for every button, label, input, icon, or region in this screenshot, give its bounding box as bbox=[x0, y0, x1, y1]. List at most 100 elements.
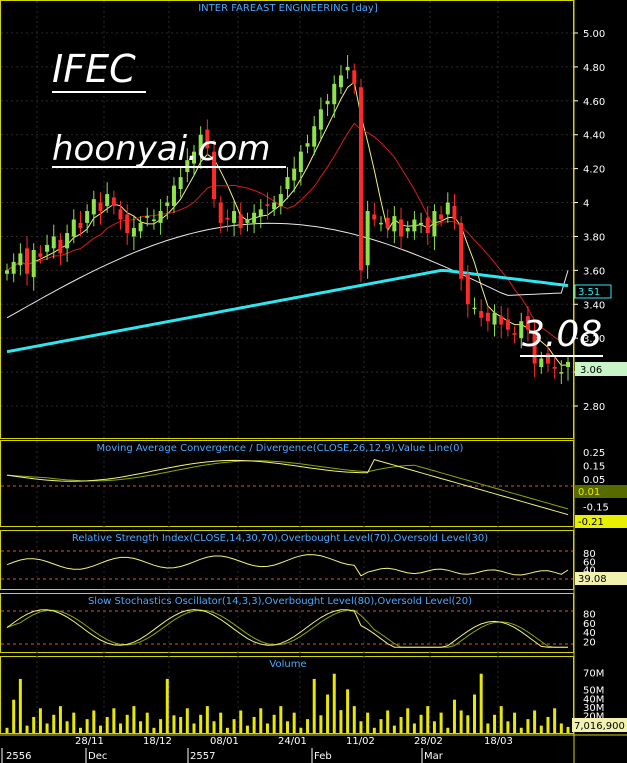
volume-bar bbox=[379, 719, 383, 733]
volume-label: Volume bbox=[269, 659, 306, 670]
stoch-tick-label: 20 bbox=[583, 638, 596, 649]
volume-bar bbox=[152, 727, 156, 733]
date-axis: 28/11 18/12 08/01 24/01 11/02 28/02 18/03 2556 D… bbox=[1, 736, 513, 763]
macd-line bbox=[6, 459, 569, 516]
website-overlay: hoonyai.com bbox=[52, 129, 271, 169]
volume-bar bbox=[139, 721, 143, 733]
macd-tick-label: -0.15 bbox=[583, 502, 609, 513]
price-tick-label: 3.60 bbox=[583, 266, 605, 277]
macd-tick-label: 0.25 bbox=[583, 448, 605, 459]
volume-bar bbox=[479, 673, 483, 733]
stoch-d-line bbox=[6, 609, 568, 648]
rsi-label: Relative Strength Index(CLOSE,14,30,70),… bbox=[72, 533, 488, 544]
volume-bar bbox=[32, 716, 36, 733]
price-tick-label: 3.80 bbox=[583, 232, 605, 243]
date-label: 08/01 bbox=[210, 736, 239, 747]
candle-body bbox=[98, 202, 103, 212]
candle-body bbox=[151, 219, 156, 221]
volume-bar bbox=[519, 727, 523, 733]
candle-body bbox=[385, 217, 390, 228]
macd-signal-line bbox=[6, 460, 569, 510]
volume-bar bbox=[179, 716, 183, 733]
volume-bar bbox=[352, 706, 356, 733]
candle-body bbox=[485, 312, 490, 322]
volume-bar bbox=[366, 712, 370, 733]
candle-body bbox=[18, 253, 23, 266]
rsi-line bbox=[6, 554, 569, 577]
candle-body bbox=[332, 83, 337, 105]
price-tick-label: 4.80 bbox=[583, 63, 605, 74]
volume-bar bbox=[12, 699, 16, 733]
volume-bar bbox=[172, 715, 176, 733]
candle-body bbox=[465, 273, 470, 305]
date-label: 24/01 bbox=[278, 736, 307, 747]
candle-body bbox=[399, 219, 404, 237]
price-tick-label: 4.40 bbox=[583, 131, 605, 142]
date-period-label: Dec bbox=[88, 751, 107, 762]
volume-bar bbox=[205, 706, 209, 733]
volume-bar bbox=[419, 714, 423, 733]
candle-body bbox=[245, 219, 250, 223]
date-label: 11/02 bbox=[346, 736, 375, 747]
price-tick-label: 3.40 bbox=[583, 300, 605, 311]
volume-bar bbox=[386, 710, 390, 733]
candle-body bbox=[165, 202, 170, 206]
volume-bar bbox=[199, 714, 203, 733]
candle-body bbox=[512, 333, 517, 335]
price-tick-label: 4.20 bbox=[583, 165, 605, 176]
volume-bar bbox=[192, 723, 196, 733]
date-period-label: Feb bbox=[314, 751, 332, 762]
date-label: 28/02 bbox=[414, 736, 443, 747]
candle-body bbox=[432, 211, 437, 237]
candle-body bbox=[479, 311, 484, 318]
candle-body bbox=[285, 177, 290, 189]
macd-label: Moving Average Convergence / Divergence(… bbox=[97, 443, 464, 454]
volume-bar bbox=[132, 706, 136, 733]
candle-body bbox=[25, 248, 30, 274]
candle-body bbox=[539, 358, 544, 368]
macd-lines bbox=[1, 459, 573, 516]
candle-body bbox=[118, 209, 123, 220]
volume-bar bbox=[459, 710, 463, 733]
volume-bar bbox=[38, 708, 42, 733]
candle-body bbox=[258, 209, 263, 217]
price-tick-label: 5.00 bbox=[583, 29, 605, 40]
candle-body bbox=[452, 205, 457, 220]
stoch-axis: 80604020 bbox=[583, 609, 596, 648]
volume-bar bbox=[553, 708, 557, 733]
candle-body bbox=[278, 194, 283, 206]
volume-bar bbox=[473, 694, 476, 733]
volume-bar bbox=[239, 710, 243, 733]
volume-bar bbox=[539, 725, 543, 733]
volume-bar bbox=[486, 723, 490, 733]
volume-bar bbox=[493, 714, 497, 733]
candle-body bbox=[125, 214, 130, 234]
price-tick-label: 4.60 bbox=[583, 97, 605, 108]
candle-body bbox=[111, 197, 116, 206]
volume-bar bbox=[286, 721, 289, 733]
rsi-line-path bbox=[6, 554, 569, 577]
candle-body bbox=[305, 143, 310, 147]
volume-bar bbox=[145, 712, 149, 733]
candle-body bbox=[51, 236, 56, 249]
volume-bar bbox=[78, 727, 82, 733]
chart-title: INTER FAREAST ENGINEERING [day] bbox=[198, 3, 378, 14]
volume-bar bbox=[559, 723, 563, 733]
candle-body bbox=[105, 194, 110, 206]
candle-body bbox=[71, 219, 76, 237]
candle-body bbox=[392, 216, 397, 232]
candle-body bbox=[238, 214, 243, 228]
candle-body bbox=[312, 126, 317, 147]
stoch-lines bbox=[6, 609, 568, 648]
volume-bar bbox=[339, 710, 343, 733]
candle-body bbox=[499, 316, 504, 325]
candle-body bbox=[31, 250, 36, 278]
rsi-tag-value: 39.08 bbox=[578, 574, 607, 585]
candle-body bbox=[145, 216, 150, 218]
volume-bar bbox=[272, 714, 276, 733]
candle-body bbox=[131, 227, 136, 237]
cyan-ma-tag-value: 3.51 bbox=[578, 287, 600, 298]
volume-bar bbox=[466, 715, 470, 733]
stoch-label: Slow Stochastics Oscillator(14,3,3),Over… bbox=[88, 596, 472, 607]
price-tick-label: 2.80 bbox=[583, 402, 605, 413]
